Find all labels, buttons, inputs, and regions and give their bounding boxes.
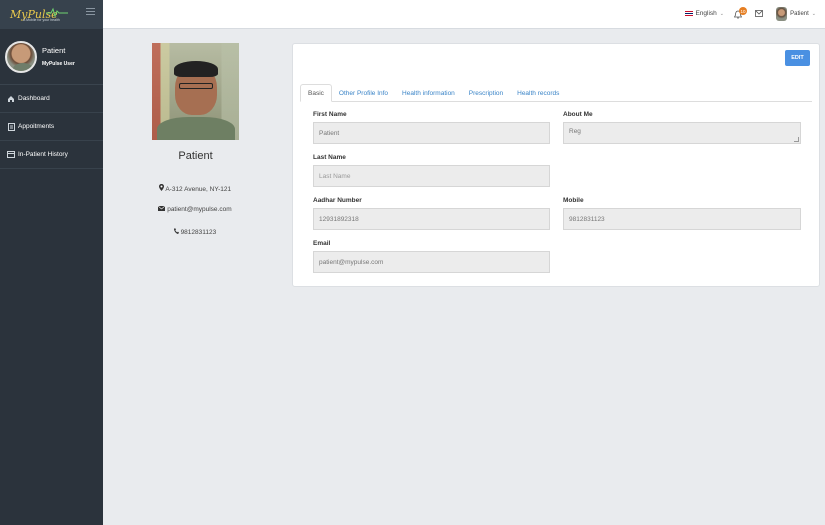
last-name-label: Last Name [313, 154, 346, 161]
email-field[interactable]: patient@mypulse.com [313, 251, 550, 273]
phone-icon [173, 228, 181, 236]
tab-health-records[interactable]: Health records [510, 84, 566, 102]
mobile-label: Mobile [563, 197, 584, 204]
profile-card: EDIT Basic Other Profile Info Health inf… [292, 43, 820, 287]
card-icon [7, 151, 15, 159]
profile-address: A-312 Avenue, NY-121 [130, 184, 260, 193]
about-me-label: About Me [563, 111, 593, 118]
tab-other-profile-info[interactable]: Other Profile Info [332, 84, 395, 102]
top-header: English ⌄ 10 Patient ⌄ [103, 0, 825, 29]
email-label: Email [313, 240, 331, 247]
user-menu[interactable]: Patient ⌄ [776, 7, 816, 21]
sidebar-item-dashboard[interactable]: Dashboard [0, 85, 103, 113]
resize-handle-icon[interactable] [794, 137, 799, 142]
chevron-down-icon: ⌄ [811, 11, 816, 17]
language-selector[interactable]: English ⌄ [685, 10, 724, 17]
sidebar-user-role: MyPulse User [42, 61, 75, 67]
header-user-name: Patient [790, 11, 809, 17]
profile-address-text: A-312 Avenue, NY-121 [165, 186, 232, 193]
profile-email: patient@mypulse.com [130, 205, 260, 213]
tab-basic[interactable]: Basic [300, 84, 332, 102]
first-name-label: First Name [313, 111, 347, 118]
avatar [5, 40, 37, 73]
first-name-field[interactable]: Patient [313, 122, 550, 144]
mobile-field[interactable]: 9812831123 [563, 208, 801, 230]
sidebar-item-inpatient-history[interactable]: In-Patient History [0, 141, 103, 169]
sidebar-item-label: Appoitments [18, 123, 55, 130]
brand-tagline: A Mobile for your health [23, 18, 60, 22]
language-label: English [695, 10, 717, 17]
sidebar: MyPulse A Mobile for your health Patient… [0, 0, 103, 525]
tab-health-information[interactable]: Health information [395, 84, 462, 102]
notification-badge: 10 [739, 7, 747, 15]
envelope-icon [158, 205, 167, 213]
sidebar-item-appointments[interactable]: Appoitments [0, 113, 103, 141]
home-icon [7, 95, 15, 103]
brand-bar: MyPulse A Mobile for your health [0, 0, 103, 29]
sidebar-item-label: Dashboard [18, 95, 50, 102]
pulse-wave-icon [46, 7, 68, 17]
uk-flag-icon [685, 11, 694, 16]
sidebar-item-label: In-Patient History [18, 151, 68, 158]
last-name-field[interactable]: Last Name [313, 165, 550, 187]
profile-email-text: patient@mypulse.com [167, 206, 232, 213]
chevron-down-icon: ⌄ [719, 10, 724, 17]
profile-phone: 9812831123 [130, 228, 260, 236]
edit-button[interactable]: EDIT [785, 50, 810, 66]
sidebar-user-name: Patient [42, 46, 66, 55]
document-icon [7, 122, 15, 131]
aadhar-label: Aadhar Number [313, 197, 362, 204]
profile-photo [152, 43, 239, 140]
avatar [776, 7, 788, 21]
sidebar-profile: Patient MyPulse User [0, 29, 103, 85]
aadhar-field[interactable]: 12931892318 [313, 208, 550, 230]
about-me-text: Reg [569, 128, 581, 135]
tab-prescription[interactable]: Prescription [462, 84, 510, 102]
about-me-field[interactable]: Reg [563, 122, 801, 144]
profile-name: Patient [178, 150, 213, 162]
profile-tabs: Basic Other Profile Info Health informat… [300, 84, 812, 102]
menu-toggle-icon[interactable] [86, 8, 95, 17]
mail-icon[interactable] [755, 10, 763, 19]
profile-phone-text: 9812831123 [180, 229, 217, 236]
